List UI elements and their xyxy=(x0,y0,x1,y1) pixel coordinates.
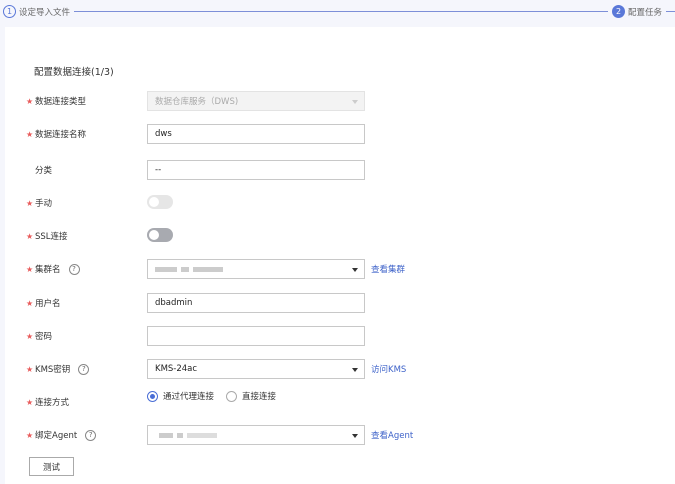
radio-unchecked-icon xyxy=(226,390,238,402)
row-ssl: ★ SSL连接 xyxy=(0,226,675,246)
help-icon[interactable]: ? xyxy=(78,363,90,375)
help-icon[interactable]: ? xyxy=(85,429,97,441)
view-cluster-link[interactable]: 查看集群 xyxy=(371,263,405,275)
category-input[interactable]: -- xyxy=(147,160,365,180)
form-title: 配置数据连接(1/3) xyxy=(34,67,114,78)
row-name: ★ 数据连接名称 dws xyxy=(0,124,675,144)
row-category: 分类 -- xyxy=(0,160,675,180)
step-label: 设定导入文件 xyxy=(19,7,71,18)
step-label: 配置任务 xyxy=(628,7,663,18)
connection-type-select: 数据仓库服务（DWS) xyxy=(147,91,365,111)
password-input[interactable] xyxy=(147,326,365,346)
step-number: 1 xyxy=(3,5,16,18)
manual-toggle xyxy=(147,195,173,209)
label: 用户名 xyxy=(35,299,61,309)
select-value: 数据仓库服务（DWS) xyxy=(155,97,239,107)
label: 数据连接名称 xyxy=(35,130,87,140)
step-divider xyxy=(74,11,608,12)
row-agent: ★ 绑定Agent? 查看Agent xyxy=(0,425,675,445)
username-input[interactable]: dbadmin xyxy=(147,293,365,313)
chevron-down-icon xyxy=(352,268,358,272)
label: SSL连接 xyxy=(35,232,68,242)
visit-kms-link[interactable]: 访问KMS xyxy=(371,363,406,375)
label: 绑定Agent xyxy=(35,431,78,441)
chevron-down-icon xyxy=(352,100,358,104)
label: 分类 xyxy=(35,166,53,176)
label: 密码 xyxy=(35,332,53,342)
row-password: ★ 密码 xyxy=(0,326,675,346)
label: KMS密钥 xyxy=(35,365,71,375)
row-user: ★ 用户名 dbadmin xyxy=(0,293,675,313)
chevron-down-icon xyxy=(352,368,358,372)
label: 手动 xyxy=(35,199,53,209)
row-type: ★ 数据连接类型 数据仓库服务（DWS) xyxy=(0,91,675,111)
row-mode: ★ 连接方式 通过代理连接 直接连接 xyxy=(26,390,277,408)
label: 集群名 xyxy=(35,265,61,275)
radio-label: 直接连接 xyxy=(242,392,277,402)
agent-select[interactable] xyxy=(147,425,365,445)
row-manual: ★ 手动 xyxy=(0,193,675,213)
radio-proxy[interactable]: 通过代理连接 xyxy=(147,390,214,402)
step-1: 1 设定导入文件 xyxy=(3,5,70,18)
help-icon[interactable]: ? xyxy=(68,263,80,275)
chevron-down-icon xyxy=(352,434,358,438)
step-number: 2 xyxy=(612,5,625,18)
radio-checked-icon xyxy=(147,390,158,402)
ssl-toggle[interactable] xyxy=(147,228,173,242)
connection-name-input[interactable]: dws xyxy=(147,124,365,144)
radio-direct[interactable]: 直接连接 xyxy=(226,390,276,402)
view-agent-link[interactable]: 查看Agent xyxy=(371,429,413,441)
radio-label: 通过代理连接 xyxy=(163,392,215,402)
step-2: 2 配置任务 xyxy=(612,5,662,18)
row-kms: ★ KMS密钥? KMS-24ac 访问KMS xyxy=(0,359,675,379)
label: 数据连接类型 xyxy=(35,97,87,107)
wizard-steps: 1 设定导入文件 2 配置任务 xyxy=(0,0,675,26)
step-divider xyxy=(666,11,675,12)
test-button[interactable]: 测试 xyxy=(29,457,74,476)
cluster-select[interactable] xyxy=(147,259,365,279)
kms-select[interactable]: KMS-24ac xyxy=(147,359,365,379)
select-value: KMS-24ac xyxy=(155,364,198,374)
row-cluster: ★ 集群名? 查看集群 xyxy=(0,259,675,279)
label: 连接方式 xyxy=(35,398,70,408)
